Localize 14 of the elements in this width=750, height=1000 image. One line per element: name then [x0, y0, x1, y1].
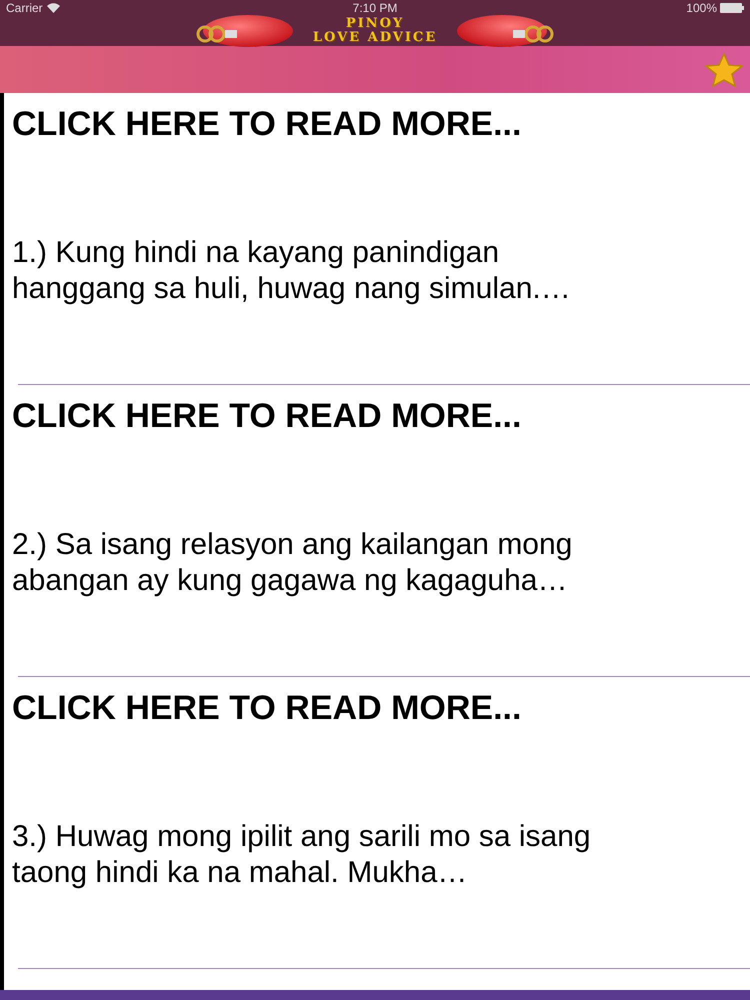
advice-text: 1.) Kung hindi na kayang panindigan hanggang sa huli, huwag nang simulan.… [12, 235, 572, 307]
battery-label: 100% [686, 1, 717, 15]
read-more-link[interactable]: CLICK HERE TO READ MORE... [4, 677, 522, 725]
clock-label: 7:10 PM [352, 1, 398, 15]
carrier-label: Carrier [6, 1, 43, 15]
read-more-link[interactable]: CLICK HERE TO READ MORE... [4, 93, 522, 141]
wifi-icon [46, 3, 60, 13]
battery-icon [720, 3, 744, 13]
advice-text: 2.) Sa isang relasyon ang kailangan mong abangan ay kung gagawa ng kagaguha… [12, 527, 574, 599]
app-title: PINOY [346, 17, 404, 31]
favorite-button[interactable] [704, 52, 744, 88]
app-title: LOVE ADVICE [312, 31, 438, 45]
read-more-link[interactable]: CLICK HERE TO READ MORE... [4, 385, 522, 433]
advice-text: 3.) Huwag mong ipilit ang sarili mo sa isang taong hindi ka na mahal. Mukha… [12, 819, 592, 891]
